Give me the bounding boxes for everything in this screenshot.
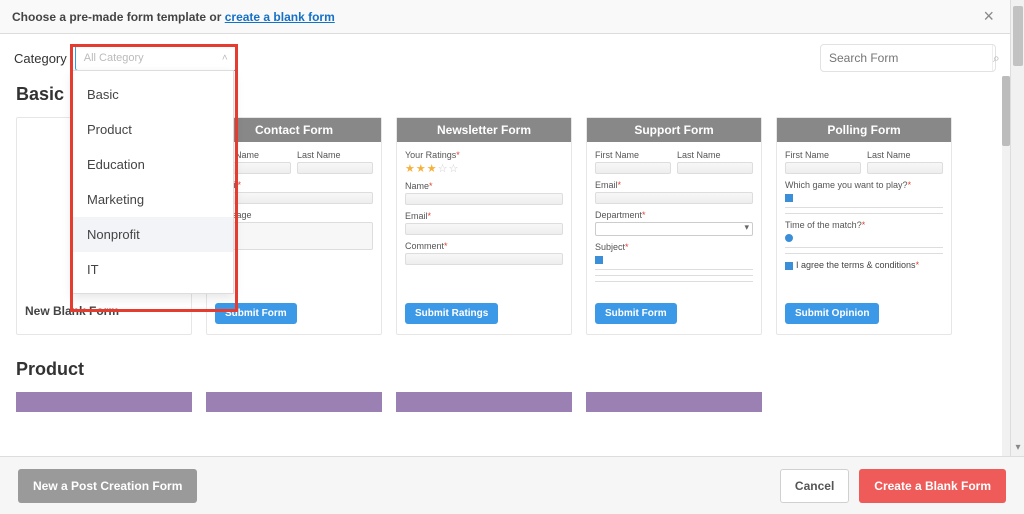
template-card-polling[interactable]: Polling Form First Name Last Name Which … xyxy=(776,117,952,335)
field-label: Name* xyxy=(405,181,563,191)
category-select[interactable]: All Category ˄ xyxy=(75,45,237,71)
search-input[interactable] xyxy=(821,51,992,65)
field-label: Last Name xyxy=(677,150,753,160)
field-label: Email* xyxy=(595,180,753,190)
submit-button[interactable]: Submit Opinion xyxy=(785,303,879,324)
mini-input xyxy=(405,193,563,205)
dropdown-option-marketing[interactable]: Marketing xyxy=(73,182,233,217)
field-label: Last Name xyxy=(867,150,943,160)
field-label: Subject* xyxy=(595,242,753,252)
mini-input xyxy=(785,162,861,174)
field-label: First Name xyxy=(785,150,861,160)
checkbox-icon xyxy=(785,262,793,270)
cancel-button[interactable]: Cancel xyxy=(780,469,849,503)
field-label: Department* xyxy=(595,210,753,220)
mini-input xyxy=(677,162,753,174)
scroll-down-icon[interactable]: ▾ xyxy=(1011,440,1024,454)
toolbar-left: Category All Category ˄ xyxy=(14,45,237,71)
field-label: Which game you want to play?* xyxy=(785,180,943,190)
category-label: Category xyxy=(14,51,67,66)
field-label: Your Ratings* xyxy=(405,150,563,160)
mini-input xyxy=(405,253,563,265)
scrollbar-thumb[interactable] xyxy=(1013,6,1023,66)
mini-textarea xyxy=(215,222,373,250)
modal-header-text: Choose a pre-made form template or creat… xyxy=(12,10,335,24)
checkbox-icon xyxy=(595,256,603,264)
template-card-product[interactable] xyxy=(16,392,192,412)
template-card-newsletter[interactable]: Newsletter Form Your Ratings* ★★★☆☆ Name… xyxy=(396,117,572,335)
submit-button[interactable]: Submit Form xyxy=(595,303,677,324)
field-label: First Name xyxy=(595,150,671,160)
terms-label: I agree the terms & conditions* xyxy=(796,260,919,270)
header-prefix: Choose a pre-made form template or xyxy=(12,10,225,24)
card-title: Newsletter Form xyxy=(397,118,571,142)
close-icon[interactable]: × xyxy=(979,6,998,27)
dropdown-option-it[interactable]: IT xyxy=(73,252,233,287)
category-dropdown: Basic Product Education Marketing Nonpro… xyxy=(72,70,234,294)
content-scrollbar[interactable] xyxy=(1002,76,1010,456)
section-heading-product: Product xyxy=(16,359,994,380)
product-card-row xyxy=(16,392,994,412)
field-label: Message xyxy=(215,210,373,220)
dropdown-option-product[interactable]: Product xyxy=(73,112,233,147)
category-placeholder: All Category xyxy=(84,52,144,64)
template-card-support[interactable]: Support Form First Name Last Name Email*… xyxy=(586,117,762,335)
search-icon: ⌕ xyxy=(993,51,1000,66)
footer-bar: New a Post Creation Form Cancel Create a… xyxy=(0,456,1024,514)
dropdown-option-education[interactable]: Education xyxy=(73,147,233,182)
mini-input xyxy=(595,162,671,174)
scrollbar-thumb[interactable] xyxy=(1002,76,1010,146)
checkbox-icon xyxy=(785,194,793,202)
mini-input xyxy=(595,192,753,204)
blank-form-label: New Blank Form xyxy=(25,304,119,328)
template-card-product[interactable] xyxy=(206,392,382,412)
create-blank-link[interactable]: create a blank form xyxy=(225,10,335,24)
submit-button[interactable]: Submit Ratings xyxy=(405,303,498,324)
card-title: Support Form xyxy=(587,118,761,142)
new-post-form-button[interactable]: New a Post Creation Form xyxy=(18,469,197,503)
field-label: Email* xyxy=(215,180,373,190)
dropdown-option-basic[interactable]: Basic xyxy=(73,77,233,112)
mini-input xyxy=(405,223,563,235)
field-label: Time of the match?* xyxy=(785,220,943,230)
mini-input xyxy=(867,162,943,174)
page-scrollbar[interactable]: ▾ xyxy=(1010,0,1024,456)
dropdown-option-nonprofit[interactable]: Nonprofit xyxy=(73,217,233,252)
field-label: Email* xyxy=(405,211,563,221)
field-label: Comment* xyxy=(405,241,563,251)
mini-select xyxy=(595,222,753,236)
mini-input xyxy=(297,162,373,174)
mini-input xyxy=(215,192,373,204)
card-title: Polling Form xyxy=(777,118,951,142)
radio-icon xyxy=(785,234,793,242)
template-card-product[interactable] xyxy=(586,392,762,412)
template-modal: Choose a pre-made form template or creat… xyxy=(0,0,1010,456)
field-label: Last Name xyxy=(297,150,373,160)
template-card-product[interactable] xyxy=(396,392,572,412)
search-button[interactable]: ⌕ xyxy=(992,45,1000,71)
modal-header: Choose a pre-made form template or creat… xyxy=(0,0,1010,34)
chevron-up-icon: ˄ xyxy=(222,53,228,64)
submit-button[interactable]: Submit Form xyxy=(215,303,297,324)
create-blank-form-button[interactable]: Create a Blank Form xyxy=(859,469,1006,503)
search-box: ⌕ xyxy=(820,44,996,72)
star-rating: ★★★☆☆ xyxy=(405,162,563,175)
